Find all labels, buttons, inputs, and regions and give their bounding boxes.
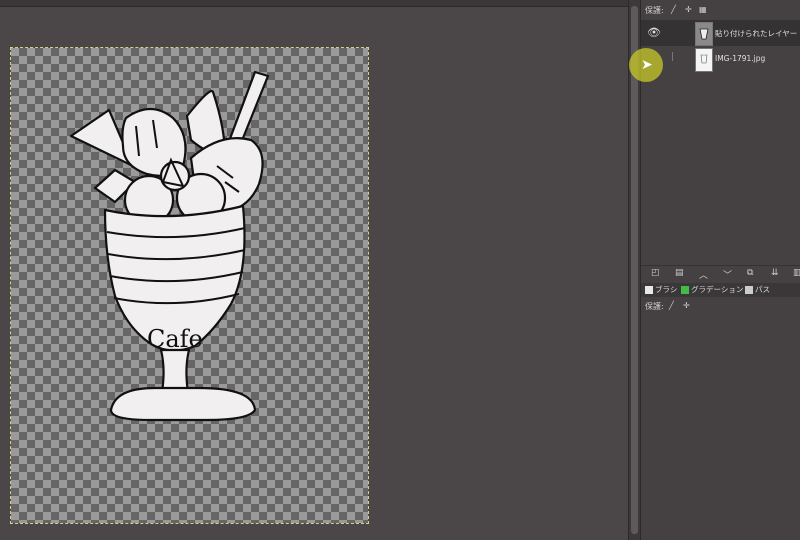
layers-toolbar: ◰ ▤ ︿ ﹀ ⧉ ⇊ ▥ [641,265,800,282]
duplicate-layer-icon[interactable]: ⧉ [747,268,753,278]
raise-layer-icon[interactable]: ︿ [699,268,708,281]
layer-thumbnail [695,22,713,46]
lower-layer-icon[interactable]: ﹀ [723,268,732,281]
brush-tabs: ブラシ グラデーション パス [641,283,800,297]
parfait-artwork: Cafe [69,70,270,422]
tab-gradients[interactable]: グラデーション [679,284,743,296]
layer-name[interactable]: 貼り付けられたレイヤー [715,28,797,39]
anchor-layer-icon[interactable]: ⇊ [771,268,779,278]
lock-position-icon[interactable]: ✛ [683,301,690,310]
lock-position-icon[interactable]: ✛ [685,5,692,14]
layer-thumbnail [695,48,713,72]
layer-row-image[interactable]: | IMG-1791.jpg [641,46,800,72]
layer-row-pasted[interactable]: 👁 貼り付けられたレイヤー [641,20,800,46]
image-canvas[interactable]: Cafe [10,47,369,524]
scrollbar-thumb[interactable] [631,6,638,534]
mouse-pointer-icon: ➤ [641,57,653,73]
new-layer-icon[interactable]: ◰ [651,268,660,278]
layer-name[interactable]: IMG-1791.jpg [715,54,765,63]
canvas-area[interactable]: Cafe [0,0,628,540]
lock-pixels-icon[interactable]: ╱ [671,5,676,14]
eye-icon[interactable]: 👁 [645,25,663,41]
layer-group-icon[interactable]: ▤ [675,268,684,278]
cafe-label: Cafe [147,325,203,353]
lock-toolbar-2: 保護: ╱ ✛ [641,301,800,313]
lock-alpha-icon[interactable]: ▦ [699,5,707,14]
tab-paths[interactable]: パス [743,284,770,296]
lock-label: 保護: [645,6,664,15]
top-ruler [0,0,628,7]
link-icon[interactable]: | [671,52,679,66]
lock-toolbar: 保護: ╱ ✛ ▦ [641,4,800,18]
tab-brushes[interactable]: ブラシ [643,284,677,296]
merge-layer-icon[interactable]: ▥ [793,268,800,278]
layers-dock: 保護: ╱ ✛ ▦ 👁 貼り付けられたレイヤー | IMG-1791.jpg ◰… [640,0,800,540]
lock-pixels-icon[interactable]: ╱ [669,301,674,310]
lock-label-2: 保護: [645,302,664,311]
